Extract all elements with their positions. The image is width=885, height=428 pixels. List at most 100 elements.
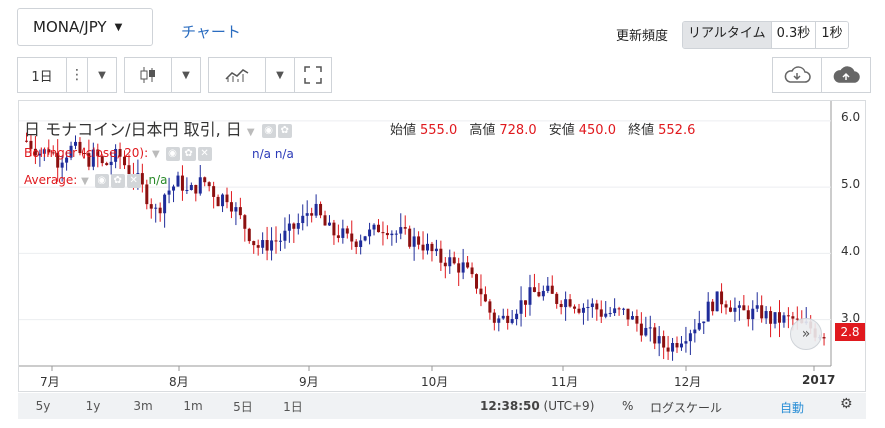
candle-body [550, 285, 554, 294]
y-tick-label: 4.0 [841, 244, 861, 258]
candle-body [439, 248, 443, 263]
gear-icon[interactable]: ⚙ [840, 396, 853, 412]
range-1m[interactable]: 1m [168, 399, 218, 413]
low-value: 450.0 [578, 123, 616, 138]
load-chart-button[interactable] [772, 57, 822, 93]
candle-body [394, 233, 398, 235]
candle-body [657, 336, 661, 344]
candle-body [336, 235, 340, 238]
auto-scale-toggle[interactable]: 自動 [780, 399, 804, 416]
freq-1s-button[interactable]: 1秒 [815, 22, 848, 48]
candle-body [479, 288, 483, 295]
log-scale-toggle[interactable]: ログスケール [650, 399, 722, 416]
eye-icon[interactable]: ◉ [165, 146, 180, 161]
candle-body [385, 233, 389, 236]
x-tick-label: 2017 [802, 373, 836, 387]
update-frequency-group: リアルタイム 0.3秒 1秒 [682, 21, 849, 49]
candle-body [769, 311, 773, 324]
candle-body [345, 228, 349, 234]
x-tick-label: 7月 [40, 375, 60, 389]
candle-body [546, 285, 550, 291]
candle-body [283, 230, 287, 241]
candle-body [359, 240, 363, 247]
chevron-down-icon: ▼ [98, 69, 106, 81]
candle-body [564, 299, 568, 308]
x-tick-label: 12月 [674, 375, 702, 389]
double-chevron-right-icon: » [801, 326, 811, 342]
candle-body [448, 257, 452, 267]
range-5y[interactable]: 5y [18, 399, 68, 413]
gear-icon[interactable]: ✿ [277, 123, 292, 138]
candle-body [684, 341, 688, 344]
gear-icon[interactable]: ✿ [181, 146, 196, 161]
indicators-icon [225, 69, 249, 82]
range-1d[interactable]: 1日 [268, 398, 318, 415]
close-icon[interactable]: ✕ [197, 146, 212, 161]
indicators-dropdown[interactable]: ▼ [265, 57, 295, 93]
eye-icon[interactable]: ◉ [261, 123, 276, 138]
range-3m[interactable]: 3m [118, 399, 168, 413]
candle-style-dropdown[interactable]: ▼ [171, 57, 201, 93]
candle-body [163, 194, 167, 214]
candle-body [746, 310, 750, 320]
save-chart-button[interactable] [821, 57, 871, 93]
pair-label: MONA/JPY [33, 18, 107, 36]
candle-body [390, 233, 394, 236]
candle-body [185, 189, 189, 191]
interval-dropdown-button[interactable]: ▼ [87, 57, 117, 93]
cloud-upload-icon [833, 66, 860, 83]
candle-body [368, 229, 372, 237]
candle-body [198, 177, 202, 194]
candle-body [412, 236, 416, 247]
candle-body [408, 228, 412, 247]
candle-body [622, 308, 626, 310]
range-1y[interactable]: 1y [68, 399, 118, 413]
candle-body [555, 293, 559, 304]
chart-link[interactable]: チャート [181, 21, 241, 42]
close-icon[interactable]: ✕ [126, 173, 141, 188]
clock: 12:38:50 (UTC+9) [480, 399, 594, 413]
candle-body [492, 312, 496, 323]
pair-selector[interactable]: MONA/JPY ▼ [17, 8, 153, 46]
candle-body [822, 337, 826, 339]
candle-body [221, 194, 225, 207]
candle-body [711, 301, 715, 312]
chevron-down-icon[interactable]: ▼ [152, 149, 160, 160]
candle-body [350, 233, 354, 242]
x-tick-label: 11月 [551, 375, 579, 389]
fullscreen-button[interactable] [294, 57, 332, 93]
indicators-button[interactable] [208, 57, 266, 93]
percent-toggle[interactable]: % [622, 399, 633, 413]
more-menu-button[interactable]: ⋮ [66, 57, 88, 93]
high-label: 高値 [469, 123, 496, 138]
candle-body [247, 228, 251, 242]
freq-03s-button[interactable]: 0.3秒 [770, 22, 816, 48]
range-5d[interactable]: 5日 [218, 398, 268, 415]
candle-body [599, 309, 603, 317]
candle-body [154, 207, 158, 209]
gear-icon[interactable]: ✿ [110, 173, 125, 188]
candle-body [755, 305, 759, 309]
high-value: 728.0 [499, 123, 537, 138]
candle-style-button[interactable] [124, 57, 172, 93]
fullscreen-icon [304, 66, 322, 84]
update-frequency-label: 更新頻度 [616, 29, 669, 44]
candle-body [577, 308, 581, 313]
interval-button[interactable]: 1日 [17, 57, 67, 93]
candle-body [327, 222, 331, 226]
candle-body [524, 300, 528, 305]
candle-body [662, 336, 666, 348]
candle-body [261, 240, 265, 248]
x-tick-label: 8月 [169, 375, 189, 389]
candle-body [532, 287, 536, 292]
candle-body [443, 262, 447, 267]
scroll-to-latest-button[interactable]: » [790, 318, 822, 350]
candle-body [595, 303, 599, 310]
eye-icon[interactable]: ◉ [94, 173, 109, 188]
price-chart[interactable] [19, 101, 865, 391]
candle-body [617, 308, 621, 310]
candle-body [461, 262, 465, 273]
chevron-down-icon[interactable]: ▼ [81, 176, 89, 187]
freq-realtime-button[interactable]: リアルタイム [683, 22, 771, 48]
chevron-down-icon[interactable]: ▼ [247, 127, 255, 138]
